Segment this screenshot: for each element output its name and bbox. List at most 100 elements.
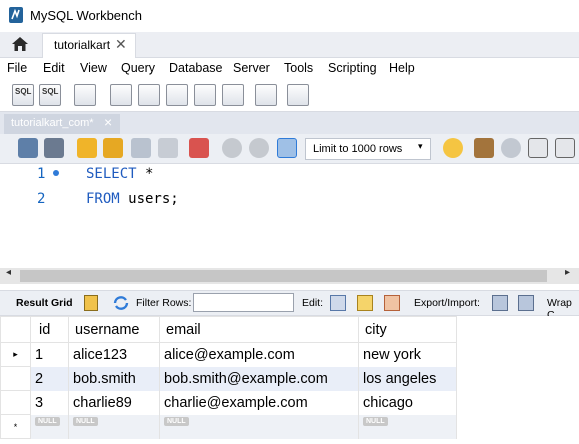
table-row[interactable]: 3 charlie89 charlie@example.com chicago (0, 390, 457, 415)
rollback-icon[interactable] (249, 138, 269, 158)
filter-rows-label: Filter Rows: (136, 297, 192, 309)
open-folder-icon[interactable] (18, 138, 38, 158)
search-table-icon[interactable] (255, 84, 277, 106)
inspector-icon[interactable] (74, 84, 96, 106)
column-header-city[interactable]: city (358, 316, 457, 343)
save-icon[interactable] (44, 138, 64, 158)
row-marker[interactable] (0, 366, 31, 391)
column-header-id[interactable]: id (30, 316, 69, 343)
sql-text: users; (119, 191, 179, 207)
cell-username[interactable]: alice123 (68, 342, 160, 367)
sql-badge: SQL (15, 87, 32, 96)
create-schema-icon[interactable] (110, 84, 132, 106)
connection-tab-label: tutorialkart (54, 38, 111, 52)
export-import-label: Export/Import: (414, 297, 480, 309)
create-function-icon[interactable] (222, 84, 244, 106)
find-icon[interactable] (501, 138, 521, 158)
menu-file[interactable]: File (7, 61, 27, 75)
add-row-icon[interactable] (357, 295, 373, 311)
result-grid-tab[interactable]: Result Grid (16, 297, 73, 309)
explain-icon[interactable] (131, 138, 151, 158)
line-number: 1 (37, 166, 46, 182)
edit-row-icon[interactable] (330, 295, 346, 311)
menu-view[interactable]: View (80, 61, 107, 75)
row-header-corner (0, 316, 31, 343)
cell-id[interactable]: 1 (30, 342, 69, 367)
chevron-down-icon: ▾ (418, 141, 423, 151)
execute-icon[interactable] (77, 138, 97, 158)
edit-label: Edit: (302, 297, 324, 309)
sql-badge: SQL (42, 87, 59, 96)
new-row[interactable]: * NULL NULL NULL NULL (0, 414, 457, 439)
table-row[interactable]: 2 bob.smith bob.smith@example.com los an… (0, 366, 457, 391)
export-icon[interactable] (492, 295, 508, 311)
limit-rows-select[interactable]: Limit to 1000 rows (305, 138, 431, 160)
invisible-chars-icon[interactable] (528, 138, 548, 158)
window-title: MySQL Workbench (30, 8, 142, 23)
cell-city[interactable]: new york (358, 342, 457, 367)
code-line: SELECT * (86, 166, 153, 182)
cell-email[interactable]: bob.smith@example.com (159, 366, 359, 391)
menu-server[interactable]: Server (233, 61, 270, 75)
row-marker[interactable]: ▸ (0, 342, 31, 367)
column-header-username[interactable]: username (68, 316, 160, 343)
import-icon[interactable] (518, 295, 534, 311)
reconnect-icon[interactable] (287, 84, 309, 106)
form-editor-icon[interactable] (84, 295, 98, 311)
scroll-right-icon[interactable]: ▸ (565, 267, 570, 278)
cell-city[interactable]: chicago (358, 390, 457, 415)
autocommit-toggle-icon[interactable] (277, 138, 297, 158)
menu-help[interactable]: Help (389, 61, 415, 75)
commit-icon[interactable] (222, 138, 242, 158)
sql-keyword: SELECT (86, 166, 137, 182)
scroll-left-icon[interactable]: ◂ (6, 267, 11, 278)
table-header-row: id username email city (0, 316, 457, 343)
cell-email[interactable]: NULL (159, 414, 359, 439)
result-table: id username email city ▸ 1 alice123 alic… (0, 316, 457, 439)
home-icon (12, 37, 28, 51)
cell-email[interactable]: alice@example.com (159, 342, 359, 367)
cell-id[interactable]: NULL (30, 414, 69, 439)
table-row[interactable]: ▸ 1 alice123 alice@example.com new york (0, 342, 457, 367)
menu-tools[interactable]: Tools (284, 61, 313, 75)
wrap-lines-icon[interactable] (555, 138, 575, 158)
cell-id[interactable]: 2 (30, 366, 69, 391)
filter-rows-input[interactable] (193, 293, 294, 312)
row-marker[interactable]: * (0, 414, 31, 439)
null-badge: NULL (73, 416, 98, 426)
row-marker[interactable] (0, 390, 31, 415)
delete-row-icon[interactable] (384, 295, 400, 311)
create-view-icon[interactable] (166, 84, 188, 106)
menu-query[interactable]: Query (121, 61, 155, 75)
refresh-icon[interactable] (112, 296, 130, 310)
cell-city[interactable]: NULL (358, 414, 457, 439)
execute-current-icon[interactable] (103, 138, 123, 158)
sql-keyword: FROM (86, 191, 120, 207)
home-tab[interactable] (0, 32, 40, 58)
close-icon[interactable]: ✕ (115, 36, 127, 53)
menu-database[interactable]: Database (169, 61, 223, 75)
snippets-icon[interactable] (474, 138, 494, 158)
scrollbar-thumb[interactable] (20, 270, 547, 282)
cell-email[interactable]: charlie@example.com (159, 390, 359, 415)
menu-scripting[interactable]: Scripting (328, 61, 377, 75)
editor-tab-label: tutorialkart_com* (11, 117, 94, 129)
open-sql-file-icon[interactable]: SQL (39, 84, 61, 106)
menu-edit[interactable]: Edit (43, 61, 65, 75)
limit-rows-label: Limit to 1000 rows (313, 143, 403, 155)
new-sql-tab-icon[interactable]: SQL (12, 84, 34, 106)
beautify-icon[interactable] (443, 138, 463, 158)
create-procedure-icon[interactable] (194, 84, 216, 106)
toggle-errors-icon[interactable] (189, 138, 209, 158)
line-number: 2 (37, 191, 46, 207)
column-header-email[interactable]: email (159, 316, 359, 343)
close-icon[interactable]: × (104, 114, 112, 130)
null-badge: NULL (363, 416, 388, 426)
cell-id[interactable]: 3 (30, 390, 69, 415)
stop-icon[interactable] (158, 138, 178, 158)
create-table-icon[interactable] (138, 84, 160, 106)
cell-city[interactable]: los angeles (358, 366, 457, 391)
cell-username[interactable]: bob.smith (68, 366, 160, 391)
cell-username[interactable]: charlie89 (68, 390, 160, 415)
cell-username[interactable]: NULL (68, 414, 160, 439)
